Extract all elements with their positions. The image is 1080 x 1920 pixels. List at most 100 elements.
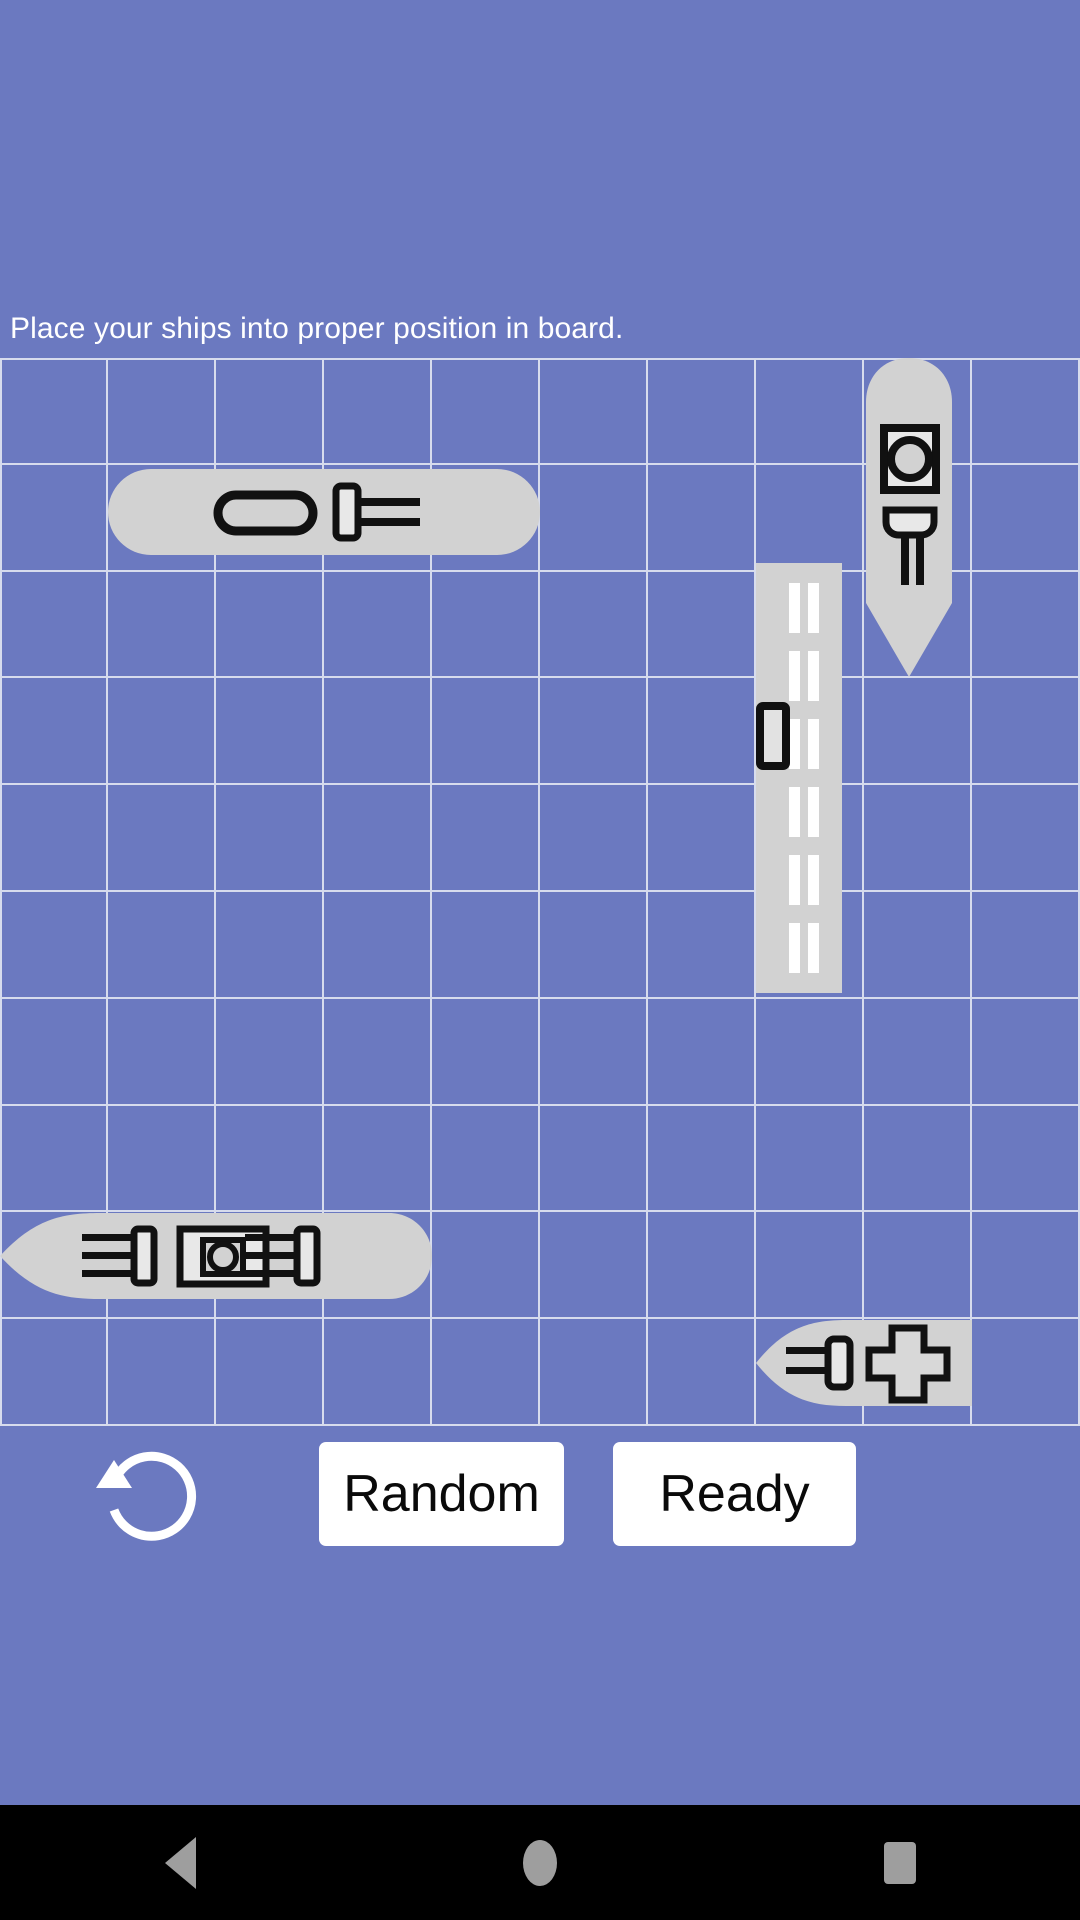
rotate-button[interactable] [92, 1438, 210, 1556]
board-cell-6-2[interactable] [216, 998, 324, 1106]
board-cell-4-6[interactable] [648, 785, 756, 892]
board-cell-0-9[interactable] [972, 358, 1080, 465]
board-cell-8-9[interactable] [972, 1212, 1080, 1320]
random-button[interactable]: Random [319, 1442, 564, 1546]
board-cell-9-6[interactable] [648, 1319, 756, 1426]
board-cell-7-0[interactable] [0, 1105, 108, 1213]
ship-submarine[interactable] [108, 468, 540, 555]
nav-back-button[interactable] [120, 1805, 240, 1920]
board-cell-8-7[interactable] [756, 1212, 864, 1320]
board-cell-4-1[interactable] [108, 785, 216, 892]
android-navigation-bar [0, 1805, 1080, 1920]
board-cell-5-0[interactable] [0, 892, 108, 999]
board-cell-2-5[interactable] [540, 571, 648, 679]
battleship-placement-screen: Place your ships into proper position in… [0, 0, 1080, 1920]
board-cell-4-3[interactable] [324, 785, 432, 892]
board-cell-6-4[interactable] [432, 998, 540, 1106]
board-cell-2-2[interactable] [216, 571, 324, 679]
board-cell-7-1[interactable] [108, 1105, 216, 1213]
board-cell-7-8[interactable] [864, 1105, 972, 1213]
board-cell-4-9[interactable] [972, 785, 1080, 892]
board-cell-0-4[interactable] [432, 358, 540, 465]
ready-button[interactable]: Ready [613, 1442, 856, 1546]
ship-battleship[interactable] [0, 1213, 432, 1299]
board-cell-1-0[interactable] [0, 464, 108, 572]
board-cell-0-3[interactable] [324, 358, 432, 465]
board-cell-3-8[interactable] [864, 678, 972, 786]
board-cell-9-3[interactable] [324, 1319, 432, 1426]
ship-hospital-ship[interactable] [756, 1320, 972, 1406]
board-cell-8-5[interactable] [540, 1212, 648, 1320]
board-cell-7-4[interactable] [432, 1105, 540, 1213]
board-cell-0-1[interactable] [108, 358, 216, 465]
board-cell-7-6[interactable] [648, 1105, 756, 1213]
board-cell-7-3[interactable] [324, 1105, 432, 1213]
board-cell-9-2[interactable] [216, 1319, 324, 1426]
board-cell-9-0[interactable] [0, 1319, 108, 1426]
board-cell-7-7[interactable] [756, 1105, 864, 1213]
ship-aircraft-carrier[interactable] [756, 563, 842, 993]
board-cell-4-5[interactable] [540, 785, 648, 892]
board-cell-9-9[interactable] [972, 1319, 1080, 1426]
board-cell-9-1[interactable] [108, 1319, 216, 1426]
board-cell-1-5[interactable] [540, 464, 648, 572]
rotate-circular-arrow-icon [96, 1451, 196, 1541]
circle-home-icon [523, 1839, 557, 1886]
board-cell-3-6[interactable] [648, 678, 756, 786]
board-cell-5-4[interactable] [432, 892, 540, 999]
board-cell-0-7[interactable] [756, 358, 864, 465]
board-cell-9-5[interactable] [540, 1319, 648, 1426]
board-cell-9-4[interactable] [432, 1319, 540, 1426]
board-cell-2-9[interactable] [972, 571, 1080, 679]
board-cell-3-2[interactable] [216, 678, 324, 786]
board-cell-6-9[interactable] [972, 998, 1080, 1106]
board-cell-1-7[interactable] [756, 464, 864, 572]
board-cell-3-4[interactable] [432, 678, 540, 786]
board-cell-6-0[interactable] [0, 998, 108, 1106]
board-cell-8-8[interactable] [864, 1212, 972, 1320]
board-cell-4-2[interactable] [216, 785, 324, 892]
board-cell-7-5[interactable] [540, 1105, 648, 1213]
board-cell-5-6[interactable] [648, 892, 756, 999]
nav-recents-button[interactable] [840, 1805, 960, 1920]
board-cell-6-3[interactable] [324, 998, 432, 1106]
board-cell-5-5[interactable] [540, 892, 648, 999]
square-recents-icon [884, 1841, 916, 1884]
board-cell-7-9[interactable] [972, 1105, 1080, 1213]
board-cell-3-9[interactable] [972, 678, 1080, 786]
board-cell-5-8[interactable] [864, 892, 972, 999]
game-board[interactable] [0, 358, 1080, 1426]
board-cell-6-6[interactable] [648, 998, 756, 1106]
board-cell-2-4[interactable] [432, 571, 540, 679]
board-cell-5-3[interactable] [324, 892, 432, 999]
board-cell-6-1[interactable] [108, 998, 216, 1106]
board-cell-3-3[interactable] [324, 678, 432, 786]
board-cell-2-1[interactable] [108, 571, 216, 679]
board-cell-5-2[interactable] [216, 892, 324, 999]
board-cell-4-4[interactable] [432, 785, 540, 892]
board-cell-0-2[interactable] [216, 358, 324, 465]
board-cell-3-0[interactable] [0, 678, 108, 786]
board-cell-1-6[interactable] [648, 464, 756, 572]
board-cell-8-6[interactable] [648, 1212, 756, 1320]
board-cell-6-5[interactable] [540, 998, 648, 1106]
board-cell-2-3[interactable] [324, 571, 432, 679]
board-cell-4-0[interactable] [0, 785, 108, 892]
board-cell-7-2[interactable] [216, 1105, 324, 1213]
ship-destroyer[interactable] [866, 358, 952, 677]
board-cell-4-8[interactable] [864, 785, 972, 892]
board-cell-6-7[interactable] [756, 998, 864, 1106]
nav-home-button[interactable] [480, 1805, 600, 1920]
board-cell-0-6[interactable] [648, 358, 756, 465]
board-cell-3-1[interactable] [108, 678, 216, 786]
board-cell-0-5[interactable] [540, 358, 648, 465]
board-cell-2-0[interactable] [0, 571, 108, 679]
board-cell-8-4[interactable] [432, 1212, 540, 1320]
board-cell-2-6[interactable] [648, 571, 756, 679]
board-cell-6-8[interactable] [864, 998, 972, 1106]
board-cell-0-0[interactable] [0, 358, 108, 465]
board-cell-5-9[interactable] [972, 892, 1080, 999]
board-cell-3-5[interactable] [540, 678, 648, 786]
board-cell-1-9[interactable] [972, 464, 1080, 572]
board-cell-5-1[interactable] [108, 892, 216, 999]
